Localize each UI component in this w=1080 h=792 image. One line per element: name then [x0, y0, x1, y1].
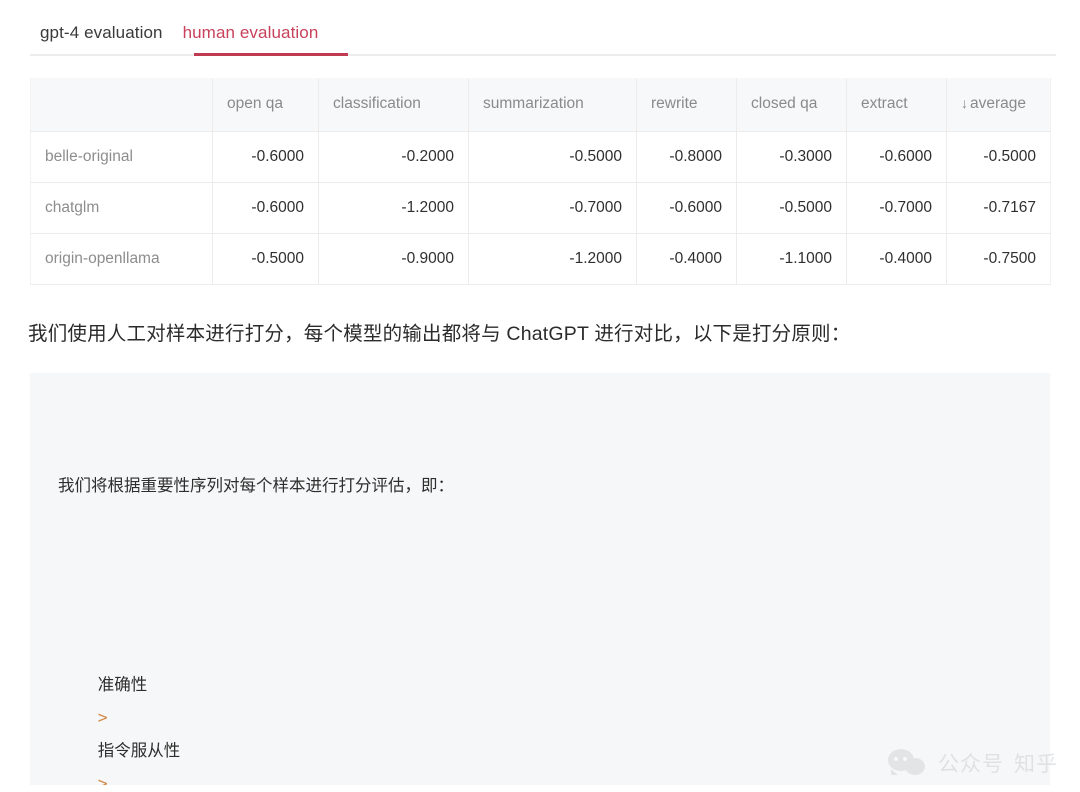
table-header-row: open qa classification summarization rew…	[30, 78, 1051, 132]
cell-rewrite: -0.6000	[636, 182, 737, 234]
table-row: belle-original -0.6000 -0.2000 -0.5000 -…	[30, 131, 1051, 183]
column-header-classification[interactable]: classification	[318, 78, 469, 132]
sort-descending-icon: ↓	[961, 95, 968, 112]
evaluation-tabs: gpt-4 evaluation human evaluation	[0, 0, 1080, 56]
cell-summarization: -1.2000	[468, 233, 637, 285]
cell-extract: -0.7000	[846, 182, 947, 234]
cell-average: -0.5000	[946, 131, 1051, 183]
chain-item-accuracy: 准确性	[97, 674, 148, 694]
human-evaluation-scores-table: open qa classification summarization rew…	[30, 78, 1051, 285]
cell-extract: -0.6000	[846, 131, 947, 183]
cell-summarization: -0.5000	[468, 131, 637, 183]
cell-open-qa: -0.6000	[212, 182, 319, 234]
cell-closed-qa: -0.3000	[736, 131, 847, 183]
column-header-average[interactable]: ↓ average	[946, 78, 1051, 132]
cell-average: -0.7500	[946, 233, 1051, 285]
importance-chain-line: 准确性 > 指令服从性 > 信息覆盖率 > 可读性 > 无害性。	[58, 635, 1022, 785]
cell-classification: -0.2000	[318, 131, 469, 183]
column-header-extract[interactable]: extract	[846, 78, 947, 132]
cell-summarization: -0.7000	[468, 182, 637, 234]
cell-open-qa: -0.6000	[212, 131, 319, 183]
table-row: chatglm -0.6000 -1.2000 -0.7000 -0.6000 …	[30, 182, 1051, 234]
active-tab-indicator	[194, 53, 348, 56]
cell-open-qa: -0.5000	[212, 233, 319, 285]
chain-item-instruction-following: 指令服从性	[97, 740, 181, 760]
codeblock-intro-line: 我们将根据重要性序列对每个样本进行打分评估，即：	[58, 475, 454, 495]
chain-separator-icon: >	[97, 773, 108, 785]
tab-human-evaluation[interactable]: human evaluation	[173, 22, 329, 56]
cell-closed-qa: -1.1000	[736, 233, 847, 285]
scores-table-wrapper: open qa classification summarization rew…	[0, 56, 1080, 285]
tabs-divider	[30, 54, 1056, 56]
cell-model-name: origin-openllama	[30, 233, 213, 285]
cell-classification: -0.9000	[318, 233, 469, 285]
scoring-intro-paragraph: 我们使用人工对样本进行打分，每个模型的输出都将与 ChatGPT 进行对比，以下…	[28, 322, 851, 345]
cell-model-name: belle-original	[30, 131, 213, 183]
chain-separator-icon: >	[97, 707, 108, 727]
table-body: belle-original -0.6000 -0.2000 -0.5000 -…	[30, 131, 1051, 285]
cell-extract: -0.4000	[846, 233, 947, 285]
cell-rewrite: -0.4000	[636, 233, 737, 285]
table-row: origin-openllama -0.5000 -0.9000 -1.2000…	[30, 233, 1051, 285]
column-header-average-label: average	[970, 95, 1027, 113]
cell-classification: -1.2000	[318, 182, 469, 234]
column-header-open-qa[interactable]: open qa	[212, 78, 319, 132]
column-header-model[interactable]	[30, 78, 213, 132]
cell-closed-qa: -0.5000	[736, 182, 847, 234]
scoring-principles-codeblock: 我们将根据重要性序列对每个样本进行打分评估，即： 准确性 > 指令服从性 > 信…	[30, 372, 1050, 785]
cell-rewrite: -0.8000	[636, 131, 737, 183]
table-header: open qa classification summarization rew…	[30, 78, 1051, 132]
cell-average: -0.7167	[946, 182, 1051, 234]
column-header-closed-qa[interactable]: closed qa	[736, 78, 847, 132]
cell-model-name: chatglm	[30, 182, 213, 234]
column-header-rewrite[interactable]: rewrite	[636, 78, 737, 132]
column-header-summarization[interactable]: summarization	[468, 78, 637, 132]
tab-gpt4-evaluation[interactable]: gpt-4 evaluation	[30, 22, 173, 56]
